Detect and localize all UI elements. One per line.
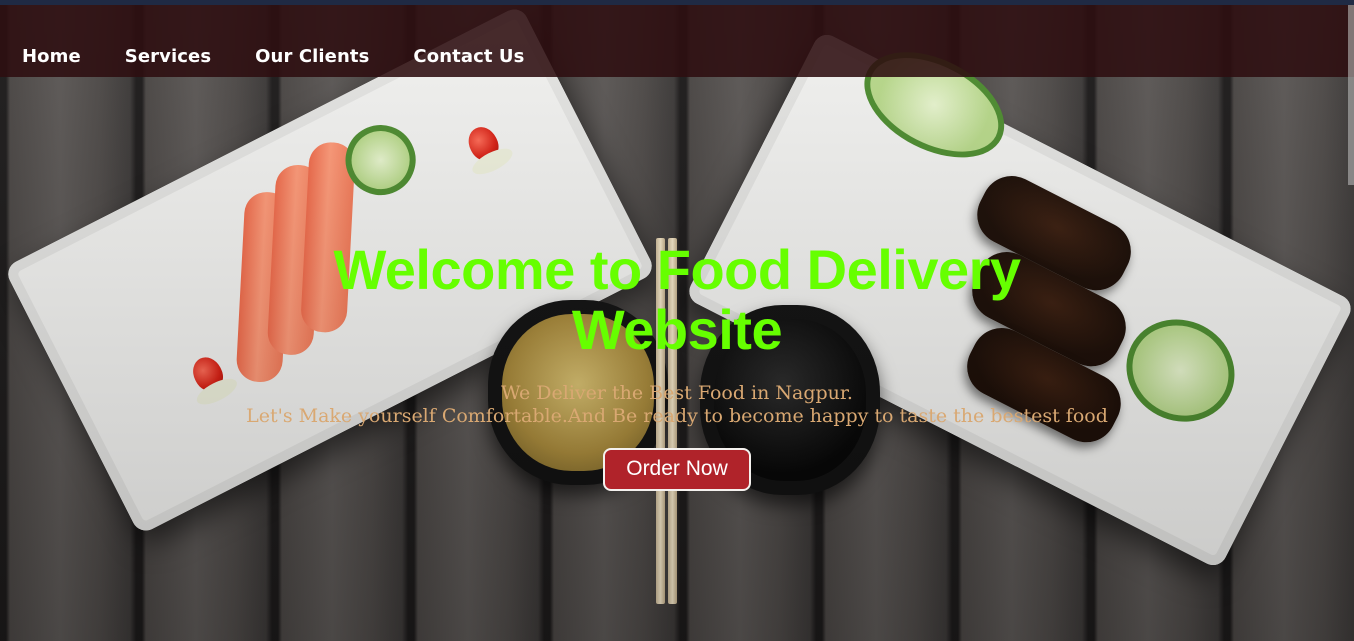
nav-item-services[interactable]: Services — [125, 46, 211, 67]
cucumber-garnish — [333, 112, 428, 208]
nav-item-our-clients[interactable]: Our Clients — [255, 46, 369, 67]
hero-subtitle-line-1: We Deliver the Best Food in Nagpur. — [501, 382, 853, 404]
order-now-button[interactable]: Order Now — [603, 448, 751, 491]
hero-title: Welcome to Food Delivery Website — [333, 238, 1021, 361]
top-navbar: Home Services Our Clients Contact Us — [0, 5, 1354, 77]
nav-item-home[interactable]: Home — [22, 46, 81, 67]
page-scrollbar[interactable] — [1348, 5, 1354, 185]
hero-subtitle-line-2: Let's Make yourself Comfortable.And Be r… — [246, 405, 1108, 427]
pepper-garnish — [463, 122, 504, 166]
nav-item-contact-us[interactable]: Contact Us — [413, 46, 524, 67]
hero-subtitle: We Deliver the Best Food in Nagpur. Let'… — [0, 382, 1354, 428]
hero-section: Welcome to Food Delivery Website We Deli… — [0, 240, 1354, 491]
nav-list: Home Services Our Clients Contact Us — [0, 46, 568, 67]
wasabi-dollop — [468, 143, 517, 180]
